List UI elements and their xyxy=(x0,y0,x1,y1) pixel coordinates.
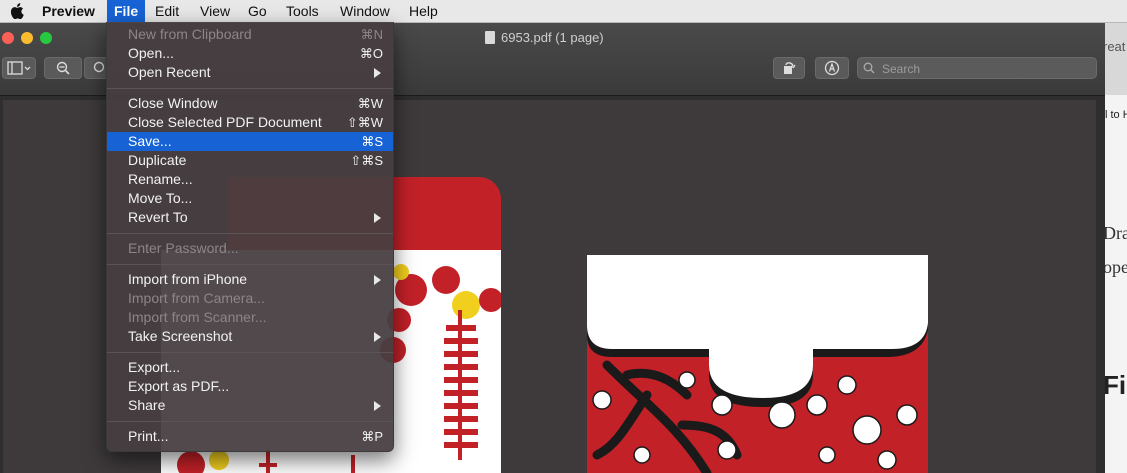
background-text-fragment: Dra xyxy=(1105,223,1127,243)
window-title: 6953.pdf (1 page) xyxy=(485,30,604,45)
menubar-item-file[interactable]: File xyxy=(107,0,146,22)
menu-separator xyxy=(107,421,393,422)
menubar-item-tools[interactable]: Tools xyxy=(279,0,326,22)
menubar-item-help[interactable]: Help xyxy=(402,0,445,22)
pdf-document-icon xyxy=(485,31,495,44)
menu-item-close-window[interactable]: Close Window ⌘W xyxy=(107,94,393,113)
zoom-in-button[interactable] xyxy=(84,57,106,79)
cherry-blossom-branch-illustration xyxy=(587,255,928,473)
background-text-fragment: reat xyxy=(1105,39,1126,54)
menu-item-print[interactable]: Print... ⌘P xyxy=(107,427,393,446)
menu-item-move-to[interactable]: Move To... xyxy=(107,189,393,208)
submenu-arrow-icon xyxy=(374,213,381,223)
menu-item-open[interactable]: Open... ⌘O xyxy=(107,44,393,63)
menu-separator xyxy=(107,352,393,353)
menu-item-rename[interactable]: Rename... xyxy=(107,170,393,189)
search-field[interactable] xyxy=(857,57,1097,79)
menu-item-save[interactable]: Save... ⌘S xyxy=(107,132,393,151)
menu-item-take-screenshot[interactable]: Take Screenshot xyxy=(107,327,393,346)
menu-item-import-from-scanner[interactable]: Import from Scanner... xyxy=(107,308,393,327)
sidebar-view-button[interactable] xyxy=(2,57,36,79)
menubar-item-go[interactable]: Go xyxy=(241,0,274,22)
background-text-fragment: l to H xyxy=(1105,109,1127,121)
zoom-window-button[interactable] xyxy=(40,32,52,44)
submenu-arrow-icon xyxy=(374,401,381,411)
menu-item-import-from-camera[interactable]: Import from Camera... xyxy=(107,289,393,308)
window-title-text: 6953.pdf (1 page) xyxy=(501,30,604,45)
apple-icon xyxy=(10,3,24,19)
menu-item-share[interactable]: Share xyxy=(107,396,393,415)
menu-item-enter-password[interactable]: Enter Password... xyxy=(107,239,393,258)
background-window-toolbar xyxy=(1105,23,1127,95)
menu-separator xyxy=(107,233,393,234)
apple-menu[interactable] xyxy=(5,0,29,22)
menubar-item-view[interactable]: View xyxy=(193,0,237,22)
background-window: reat l to H Dra ope Fil xyxy=(1105,23,1127,473)
submenu-arrow-icon xyxy=(374,332,381,342)
sidebar-icon xyxy=(7,61,31,75)
menu-item-close-selected-pdf[interactable]: Close Selected PDF Document ⇧⌘W xyxy=(107,113,393,132)
menubar-item-window[interactable]: Window xyxy=(333,0,397,22)
submenu-arrow-icon xyxy=(374,275,381,285)
menubar-item-preview[interactable]: Preview xyxy=(35,0,102,22)
envelope-right xyxy=(587,255,928,473)
rotate-icon xyxy=(784,62,796,74)
markup-pen-icon xyxy=(824,60,840,76)
menu-item-import-from-iphone[interactable]: Import from iPhone xyxy=(107,270,393,289)
rotate-button[interactable] xyxy=(773,57,805,79)
background-text-fragment: Fil xyxy=(1105,370,1127,400)
search-input[interactable] xyxy=(880,59,1094,79)
zoom-out-button[interactable] xyxy=(44,57,82,79)
background-text-fragment: ope xyxy=(1105,257,1127,277)
submenu-arrow-icon xyxy=(374,68,381,78)
menu-separator xyxy=(107,88,393,89)
menubar-item-edit[interactable]: Edit xyxy=(148,0,186,22)
search-icon xyxy=(863,62,875,74)
menu-item-export[interactable]: Export... xyxy=(107,358,393,377)
menu-item-open-recent[interactable]: Open Recent xyxy=(107,63,393,82)
menu-item-revert-to[interactable]: Revert To xyxy=(107,208,393,227)
markup-button[interactable] xyxy=(815,57,849,79)
menu-item-duplicate[interactable]: Duplicate ⇧⌘S xyxy=(107,151,393,170)
close-window-button[interactable] xyxy=(2,32,14,44)
menu-bar: Preview File Edit View Go Tools Window H… xyxy=(0,0,1127,23)
menu-item-export-as-pdf[interactable]: Export as PDF... xyxy=(107,377,393,396)
file-menu: New from Clipboard ⌘N Open... ⌘O Open Rece… xyxy=(106,22,394,452)
menu-item-new-from-clipboard[interactable]: New from Clipboard ⌘N xyxy=(107,25,393,44)
minimize-window-button[interactable] xyxy=(21,32,33,44)
zoom-out-icon xyxy=(56,61,70,75)
zoom-in-icon xyxy=(93,61,105,73)
menu-separator xyxy=(107,264,393,265)
